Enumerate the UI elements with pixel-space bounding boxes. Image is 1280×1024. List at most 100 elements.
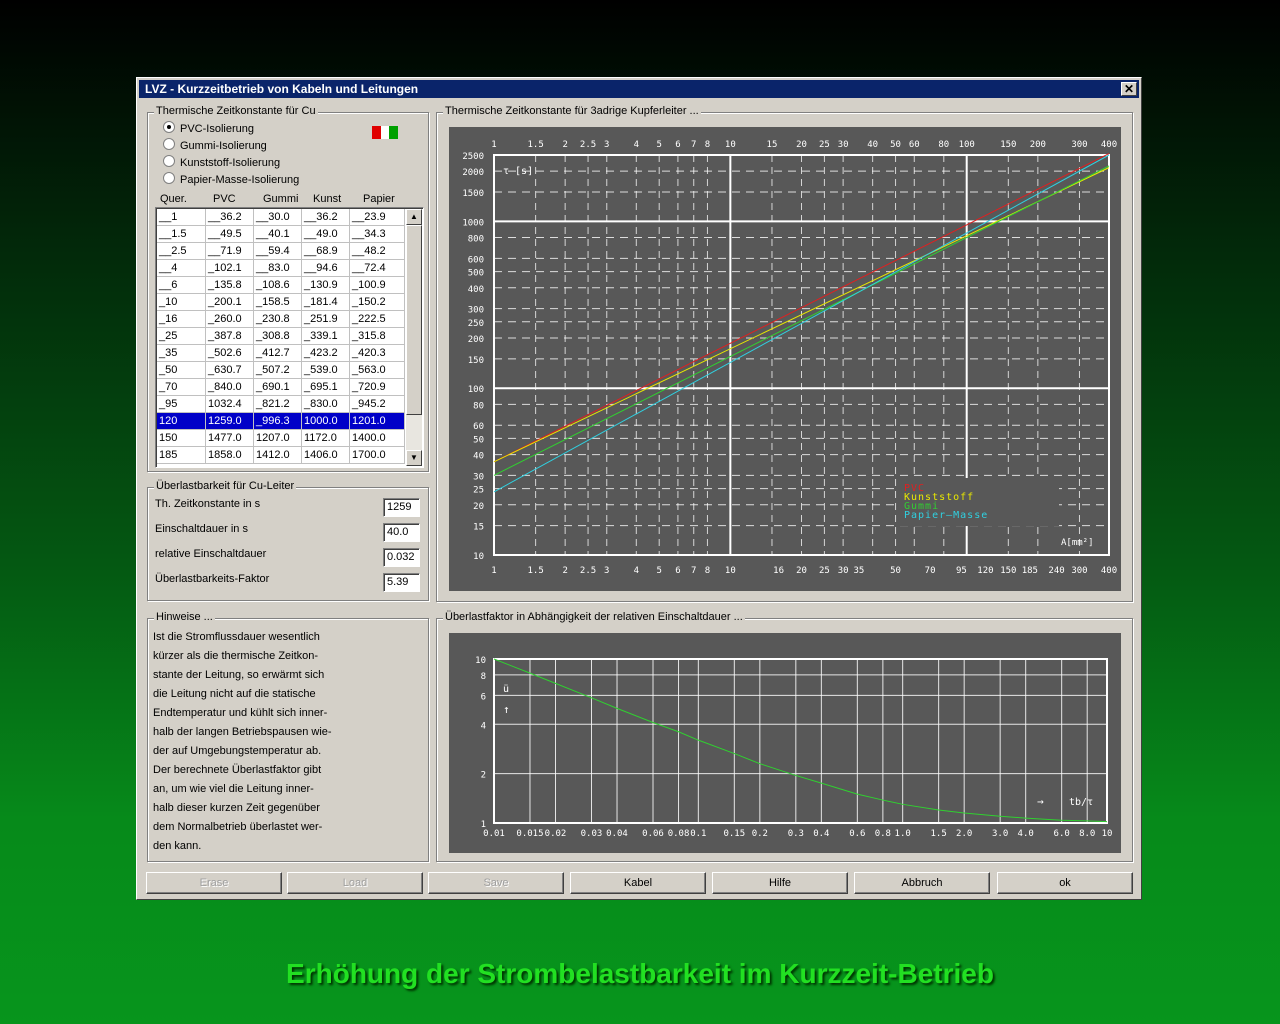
y-tick-label: 250 xyxy=(468,319,484,329)
table-cell: _108.6 xyxy=(254,277,302,294)
x-top-tick-label: 6 xyxy=(675,140,680,150)
table-row[interactable]: 185 1858.0 1412.0 1406.0 1700.0 xyxy=(157,447,405,464)
x-tick-label: 0.04 xyxy=(606,829,628,839)
table-cell: 1259.0 xyxy=(206,413,254,430)
ueberlast-faktor-field[interactable]: 5.39 xyxy=(383,573,420,592)
table-cell: _95 xyxy=(157,396,206,413)
table-row[interactable]: __6 _135.8 _108.6 _130.9 _100.9 xyxy=(157,277,405,294)
x-bottom-tick-label: 4 xyxy=(634,566,639,576)
radio-label: PVC-Isolierung xyxy=(180,123,254,135)
y-tick-label: 2000 xyxy=(462,168,484,178)
x-top-tick-label: 2 xyxy=(562,140,567,150)
x-bottom-tick-label: 50 xyxy=(890,566,901,576)
x-top-tick-label: 300 xyxy=(1071,140,1087,150)
x-bottom-tick-label: 70 xyxy=(925,566,936,576)
table-cell: __36.2 xyxy=(206,209,254,226)
table-row[interactable]: __1.5 __49.5 __40.1 __49.0 __34.3 xyxy=(157,226,405,243)
table-cell: 1412.0 xyxy=(254,447,302,464)
table-cell: 1172.0 xyxy=(302,430,350,447)
table-row[interactable]: _95 1032.4 _821.2 _830.0 _945.2 xyxy=(157,396,405,413)
radio-kunststoff[interactable]: Kunststoff-Isolierung xyxy=(163,155,280,171)
legend-entry: Papier—Masse xyxy=(904,510,988,521)
radio-dot-icon xyxy=(163,138,175,150)
y-axis-label: ü xyxy=(503,684,509,695)
table-cell: 1400.0 xyxy=(350,430,405,447)
table-cell: 120 xyxy=(157,413,206,430)
relative-einschaltdauer-field[interactable]: 0.032 xyxy=(383,548,420,567)
x-tick-label: 0.2 xyxy=(752,829,768,839)
table-row[interactable]: __1 __36.2 __30.0 __36.2 __23.9 xyxy=(157,209,405,226)
einschaltdauer-field[interactable]: 40.0 xyxy=(383,523,420,542)
erase-button[interactable]: Erase xyxy=(146,872,282,894)
x-top-tick-label: 8 xyxy=(705,140,710,150)
x-bottom-tick-label: 8 xyxy=(705,566,710,576)
table-cell: _830.0 xyxy=(302,396,350,413)
radio-dot-icon xyxy=(163,121,175,133)
ok-button[interactable]: ok xyxy=(997,872,1133,894)
overload-curve xyxy=(493,658,1108,823)
table-row[interactable]: __2.5 __71.9 __59.4 __68.9 __48.2 xyxy=(157,243,405,260)
table-cell: __68.9 xyxy=(302,243,350,260)
x-tick-label: 0.1 xyxy=(690,829,706,839)
hint-line: stante der Leitung, so erwärmt sich xyxy=(153,669,325,681)
table-cell: _181.4 xyxy=(302,294,350,311)
x-tick-label: 10 xyxy=(1102,829,1113,839)
radio-papier[interactable]: Papier-Masse-Isolierung xyxy=(163,172,299,188)
table-cell: _70 xyxy=(157,379,206,396)
table-row[interactable]: _50 _630.7 _507.2 _539.0 _563.0 xyxy=(157,362,405,379)
zeitkonstante-field[interactable]: 1259 xyxy=(383,498,420,517)
radio-gummi[interactable]: Gummi-Isolierung xyxy=(163,138,267,154)
table-cell: __71.9 xyxy=(206,243,254,260)
x-bottom-tick-label: 7 xyxy=(691,566,696,576)
load-button[interactable]: Load xyxy=(287,872,423,894)
table-scrollbar[interactable]: ▲ ▼ xyxy=(406,209,422,466)
overload-chart-title: Überlastfaktor in Abhängigkeit der relat… xyxy=(443,611,745,623)
table-row[interactable]: _25 _387.8 _308.8 _339.1 _315.8 xyxy=(157,328,405,345)
y-tick-label: 150 xyxy=(468,356,484,366)
x-top-tick-label: 7 xyxy=(691,140,696,150)
abbruch-button[interactable]: Abbruch xyxy=(854,872,990,894)
x-top-tick-label: 4 xyxy=(634,140,639,150)
table-row[interactable]: 150 1477.0 1207.0 1172.0 1400.0 xyxy=(157,430,405,447)
radio-pvc[interactable]: PVC-Isolierung xyxy=(163,121,254,137)
table-row[interactable]: _70 _840.0 _690.1 _695.1 _720.9 xyxy=(157,379,405,396)
table-cell: __30.0 xyxy=(254,209,302,226)
save-button[interactable]: Save xyxy=(428,872,564,894)
hilfe-button[interactable]: Hilfe xyxy=(712,872,848,894)
table-cell: _539.0 xyxy=(302,362,350,379)
table-row[interactable]: _16 _260.0 _230.8 _251.9 _222.5 xyxy=(157,311,405,328)
y-tick-label: 8 xyxy=(481,672,486,682)
table-cell: _308.8 xyxy=(254,328,302,345)
close-button[interactable]: ✕ xyxy=(1121,82,1137,96)
scroll-down-icon[interactable]: ▼ xyxy=(406,450,422,466)
table-cell: 150 xyxy=(157,430,206,447)
window-title: LVZ - Kurzzeitbetrieb von Kabeln und Lei… xyxy=(145,82,419,96)
x-tick-label: 8.0 xyxy=(1079,829,1095,839)
table-cell: _720.9 xyxy=(350,379,405,396)
table-cell: __94.6 xyxy=(302,260,350,277)
table-cell: 1032.4 xyxy=(206,396,254,413)
hint-line: halb der langen Betriebspausen wie- xyxy=(153,726,332,738)
scroll-up-icon[interactable]: ▲ xyxy=(406,209,422,225)
table-row[interactable]: 120 1259.0 _996.3 1000.0 1201.0 xyxy=(157,413,405,430)
x-bottom-tick-label: 120 xyxy=(977,566,993,576)
table-row[interactable]: __4 _102.1 __83.0 __94.6 __72.4 xyxy=(157,260,405,277)
table-cell: __4 xyxy=(157,260,206,277)
table-row[interactable]: _35 _502.6 _412.7 _423.2 _420.3 xyxy=(157,345,405,362)
kabel-button[interactable]: Kabel xyxy=(570,872,706,894)
table-cell: _102.1 xyxy=(206,260,254,277)
hint-line: an, um wie viel die Leitung inner- xyxy=(153,783,314,795)
x-bottom-tick-label: 30 xyxy=(838,566,849,576)
hint-line: Der berechnete Überlastfaktor gibt xyxy=(153,764,322,776)
x-top-tick-label: 5 xyxy=(656,140,661,150)
y-tick-label: 100 xyxy=(468,385,484,395)
table-cell: _10 xyxy=(157,294,206,311)
table-cell: _35 xyxy=(157,345,206,362)
y-tick-label: 500 xyxy=(468,269,484,279)
x-top-tick-label: 1 xyxy=(491,140,496,150)
x-bottom-tick-label: 185 xyxy=(1022,566,1038,576)
x-tick-label: 2.0 xyxy=(956,829,972,839)
table-row[interactable]: _10 _200.1 _158.5 _181.4 _150.2 xyxy=(157,294,405,311)
data-table[interactable]: __1 __36.2 __30.0 __36.2 __23.9 __1.5 __49.5 __… xyxy=(155,207,424,468)
scroll-thumb[interactable] xyxy=(406,225,422,415)
